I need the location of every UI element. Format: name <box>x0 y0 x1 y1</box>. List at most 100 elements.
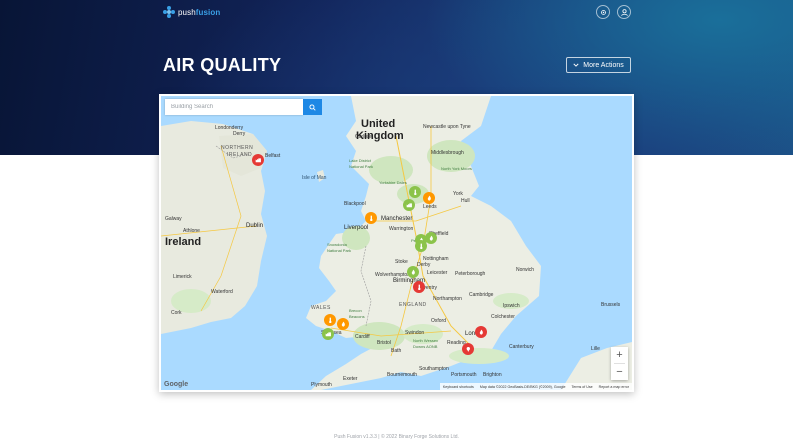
logo-text: pushfusion <box>178 7 221 17</box>
label-ireland: Ireland <box>165 236 202 248</box>
google-logo[interactable]: Google <box>164 381 188 388</box>
label-liverpool: Liverpool <box>344 225 369 231</box>
keyboard-shortcuts-link[interactable]: Keyboard shortcuts <box>443 385 474 389</box>
label-northampton: Northampton <box>433 296 462 302</box>
label-colchester: Colchester <box>491 314 515 320</box>
map-marker-moderate[interactable] <box>365 212 377 224</box>
map-marker-good[interactable] <box>322 328 334 340</box>
map-marker-poor[interactable] <box>462 343 474 355</box>
label-newcastle: Newcastle upon Tyne <box>423 124 471 130</box>
map-marker-moderate[interactable] <box>324 314 336 326</box>
label-plymouth: Plymouth <box>311 382 332 388</box>
map-marker-moderate[interactable] <box>337 318 349 330</box>
label-oxford: Oxford <box>431 318 447 324</box>
building-search-input[interactable] <box>165 99 303 115</box>
map-marker-good[interactable] <box>415 240 427 252</box>
label-dublin: Dublin <box>246 223 264 229</box>
flame-icon <box>341 321 345 327</box>
label-galway: Galway <box>165 216 182 222</box>
label-athlone: Athlone <box>183 228 200 234</box>
map-marker-good[interactable] <box>407 266 419 278</box>
flame-icon <box>429 235 433 241</box>
factory-icon <box>255 158 261 162</box>
label-bournemouth: Bournemouth <box>387 372 418 378</box>
thermometer-icon <box>417 284 421 290</box>
map-card: United Kingdom Ireland NORTHERN IRELAND … <box>159 94 634 392</box>
air-quality-map[interactable]: United Kingdom Ireland NORTHERN IRELAND … <box>161 96 632 390</box>
label-north-wessex-downs: Downs AONB <box>413 344 438 349</box>
map-marker-good[interactable] <box>425 232 437 244</box>
thermometer-icon <box>419 243 423 249</box>
map-marker-poor[interactable] <box>252 154 264 166</box>
label-cambridge: Cambridge <box>469 292 494 298</box>
terms-link[interactable]: Terms of Use <box>571 385 592 389</box>
label-lake-district: Lake District <box>349 158 372 163</box>
more-actions-button[interactable]: More Actions <box>566 57 631 73</box>
settings-icon[interactable] <box>596 5 610 19</box>
thermometer-icon <box>369 215 373 221</box>
footer-text: Push Fusion v1.3.3 | © 2022 Binary Forge… <box>334 434 459 440</box>
label-hull: Hull <box>461 198 470 204</box>
user-icon[interactable] <box>617 5 631 19</box>
more-actions-label: More Actions <box>583 61 624 69</box>
map-data-text: Map data ©2022 GeoBasis-DE/BKG (©2009), … <box>479 384 566 389</box>
label-lille: Lille <box>591 346 600 352</box>
map-marker-poor[interactable] <box>475 326 487 338</box>
page-title: AIR QUALITY <box>163 55 282 75</box>
label-peterborough: Peterborough <box>455 271 486 277</box>
label-stoke: Stoke <box>395 259 408 265</box>
label-leicester: Leicester <box>427 270 448 276</box>
report-error-link[interactable]: Report a map error <box>599 385 629 389</box>
label-brighton: Brighton <box>483 372 502 378</box>
map-marker-poor[interactable] <box>413 281 425 293</box>
pin-icon <box>466 346 470 352</box>
label-waterford: Waterford <box>211 289 233 295</box>
label-bristol: Bristol <box>377 340 391 346</box>
label-snowdonia: Snowdonia <box>327 242 347 247</box>
factory-icon <box>325 332 331 336</box>
label-cork: Cork <box>171 310 182 316</box>
label-northern: NORTHERN <box>221 145 254 151</box>
pushfusion-logo[interactable]: pushfusion <box>163 6 220 18</box>
label-swindon: Swindon <box>405 330 425 336</box>
label-wales: WALES <box>311 305 331 311</box>
label-exeter: Exeter <box>343 376 358 382</box>
logo-mark-icon <box>163 6 175 18</box>
label-brecon-beacons: Beacons <box>349 314 365 319</box>
label-southampton: Southampton <box>419 366 449 372</box>
label-limerick: Limerick <box>173 274 192 280</box>
flame-icon <box>411 269 415 275</box>
label-norwich: Norwich <box>516 267 535 273</box>
label-north-wessex: North Wessex <box>413 338 439 343</box>
thermometer-icon <box>413 189 417 195</box>
flame-icon <box>427 195 431 201</box>
zoom-out-button[interactable]: − <box>611 364 628 380</box>
label-northern-ireland: IRELAND <box>227 152 253 158</box>
label-bath: Bath <box>391 348 402 354</box>
label-carlisle: Carlisle <box>355 134 372 140</box>
label-leeds: Leeds <box>423 204 437 210</box>
label-middlesbrough: Middlesbrough <box>431 150 464 156</box>
label-ipswich: Ipswich <box>503 303 520 309</box>
map-marker-good[interactable] <box>409 186 421 198</box>
label-derby: Derby <box>417 262 431 268</box>
label-derry: Derry <box>233 131 246 137</box>
map-marker-good[interactable] <box>403 199 415 211</box>
map-marker-moderate[interactable] <box>423 192 435 204</box>
label-england: ENGLAND <box>399 302 427 308</box>
label-belfast: Belfast <box>265 153 281 159</box>
label-canterbury: Canterbury <box>509 344 534 350</box>
thermometer-icon <box>328 317 332 323</box>
label-lake-district-park: National Park <box>349 164 374 169</box>
label-brecon: Brecon <box>349 308 362 313</box>
label-north-york-moors: North York Moors <box>441 166 472 171</box>
label-portsmouth: Portsmouth <box>451 372 477 378</box>
label-manchester: Manchester <box>381 216 413 222</box>
zoom-in-button[interactable]: + <box>611 347 628 363</box>
factory-icon <box>406 203 412 207</box>
label-snowdonia-park: National Park <box>327 248 352 253</box>
label-united: United <box>361 118 396 130</box>
chevron-down-icon <box>573 63 579 67</box>
search-button[interactable] <box>303 99 322 115</box>
label-york: York <box>453 191 463 197</box>
